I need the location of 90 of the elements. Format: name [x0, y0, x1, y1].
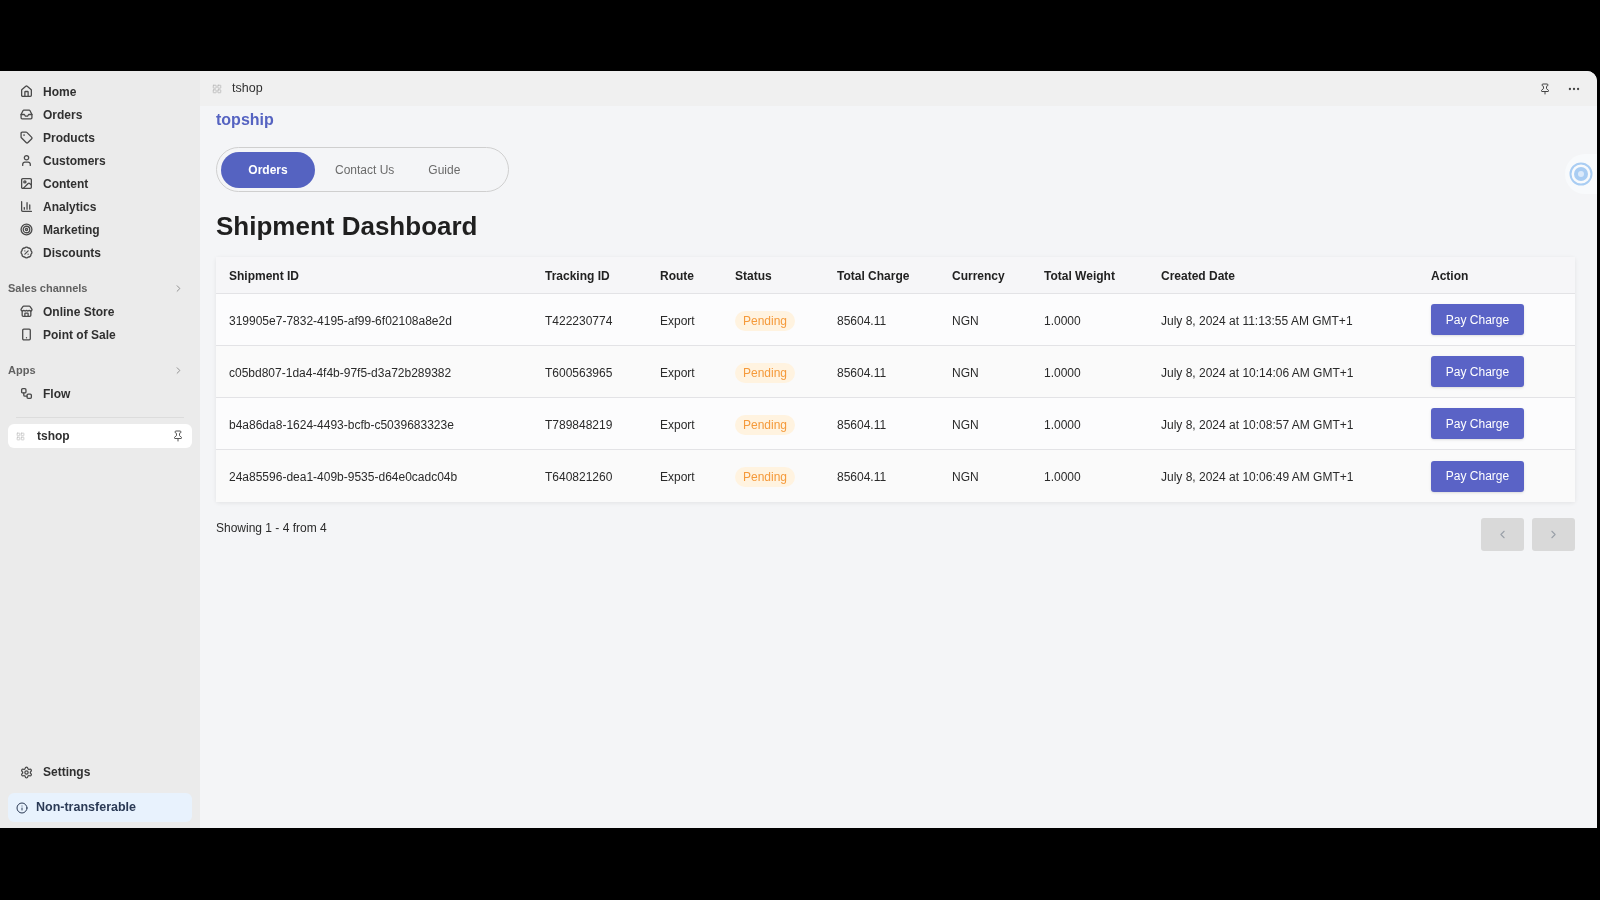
tag-icon	[20, 131, 33, 144]
table-cell: NGN	[952, 313, 979, 328]
inbox-icon	[20, 108, 33, 121]
sidebar-item[interactable]: Orders	[8, 103, 192, 126]
table-cell: T789848219	[545, 417, 613, 432]
pinned-app-item[interactable]: tshop	[8, 424, 192, 448]
table-cell: NGN	[952, 417, 979, 432]
table-cell: 85604.11	[837, 365, 887, 380]
table-cell: 319905e7-7832-4195-af99-6f02108a8e2d	[229, 313, 452, 328]
discount-icon	[20, 246, 33, 259]
home-icon	[20, 85, 33, 98]
table-cell: 1.0000	[1044, 313, 1081, 328]
sidebar-item[interactable]: Flow	[8, 382, 192, 405]
table-cell: July 8, 2024 at 11:13:55 AM GMT+1	[1161, 313, 1353, 328]
column-header: Total Weight	[1044, 269, 1115, 283]
flow-icon	[20, 387, 33, 400]
section-heading: Apps	[8, 362, 36, 378]
sidebar-item[interactable]: Discounts	[8, 241, 192, 264]
table-cell: 85604.11	[837, 470, 887, 484]
table-cell: T422230774	[545, 313, 613, 328]
bar-chart-icon	[20, 200, 33, 213]
table-cell: T600563965	[545, 365, 613, 380]
status-badge: Pending	[735, 414, 796, 435]
previous-page-button[interactable]	[1481, 518, 1524, 551]
gear-icon	[20, 765, 33, 779]
table-cell: 1.0000	[1044, 470, 1081, 484]
pin-icon[interactable]	[172, 430, 184, 442]
image-icon	[20, 177, 33, 190]
assistant-widget[interactable]	[1565, 154, 1597, 194]
column-header: Currency	[952, 269, 1005, 283]
sidebar-item[interactable]: Products	[8, 126, 192, 149]
tab[interactable]: Orders	[221, 151, 315, 188]
target-icon	[20, 223, 33, 236]
pay-charge-button[interactable]: Pay Charge	[1431, 356, 1524, 387]
settings-item[interactable]: Settings	[8, 760, 192, 784]
table-cell: 85604.11	[837, 313, 887, 328]
status-badge: Pending	[735, 467, 796, 487]
tab[interactable]: Guide	[414, 151, 475, 188]
status-badge: Pending	[735, 310, 796, 331]
next-page-button[interactable]	[1532, 518, 1575, 551]
column-header: Tracking ID	[545, 269, 610, 283]
table-cell: Export	[660, 470, 695, 484]
table-cell: 24a85596-dea1-409b-9535-d64e0cadc04b	[229, 470, 458, 484]
sidebar-item[interactable]: Analytics	[8, 195, 192, 218]
table-cell: NGN	[952, 365, 979, 380]
sidebar-item[interactable]: Marketing	[8, 218, 192, 241]
column-header: Action	[1431, 269, 1469, 283]
table-cell: July 8, 2024 at 10:14:06 AM GMT+1	[1161, 365, 1354, 380]
app-title: tshop	[232, 80, 263, 98]
app-icon	[212, 83, 222, 94]
sidebar-item[interactable]: Content	[8, 172, 192, 195]
app-label: tshop	[37, 428, 70, 445]
tab[interactable]: Contact Us	[321, 151, 409, 188]
page-title: Shipment Dashboard	[216, 210, 479, 243]
sidebar-item[interactable]: Home	[8, 80, 192, 103]
column-header: Status	[735, 269, 772, 283]
notice-text: Non-transferable	[36, 799, 137, 817]
app-icon	[16, 431, 25, 441]
table-cell: 1.0000	[1044, 365, 1081, 380]
pin-icon[interactable]	[1539, 82, 1551, 95]
chat-logo-icon	[1569, 162, 1593, 186]
section-heading: Sales channels	[8, 280, 88, 296]
table-cell: NGN	[952, 470, 979, 484]
sidebar-item[interactable]: Customers	[8, 149, 192, 172]
info-icon	[16, 801, 28, 814]
column-header: Shipment ID	[229, 269, 299, 283]
pay-charge-button[interactable]: Pay Charge	[1431, 460, 1524, 492]
table-cell: 1.0000	[1044, 417, 1081, 432]
table-cell: July 8, 2024 at 10:08:57 AM GMT+1	[1161, 417, 1354, 432]
table-cell: b4a86da8-1624-4493-bcfb-c5039683323e	[229, 417, 454, 432]
table-cell: Export	[660, 365, 695, 380]
table-cell: July 8, 2024 at 10:06:49 AM GMT+1	[1161, 470, 1354, 484]
pay-charge-button[interactable]: Pay Charge	[1431, 304, 1524, 335]
column-header: Created Date	[1161, 269, 1236, 283]
status-badge: Pending	[735, 362, 796, 383]
table-cell: Export	[660, 417, 695, 432]
device-icon	[20, 328, 33, 341]
store-icon	[20, 305, 33, 318]
table-cell: c05bd807-1da4-4f4b-97f5-d3a72b289382	[229, 365, 452, 380]
pay-charge-button[interactable]: Pay Charge	[1431, 408, 1524, 439]
brand-title: topship	[216, 110, 275, 130]
table-cell: 85604.11	[837, 417, 887, 432]
table-cell: Export	[660, 313, 695, 328]
pagination-summary: Showing 1 - 4 from 4	[216, 520, 327, 537]
sidebar-item[interactable]: Point of Sale	[8, 323, 192, 346]
column-header: Total Charge	[837, 269, 910, 283]
sidebar-item[interactable]: Online Store	[8, 300, 192, 323]
person-icon	[20, 154, 33, 167]
table-cell: T640821260	[545, 470, 613, 484]
column-header: Route	[660, 269, 694, 283]
